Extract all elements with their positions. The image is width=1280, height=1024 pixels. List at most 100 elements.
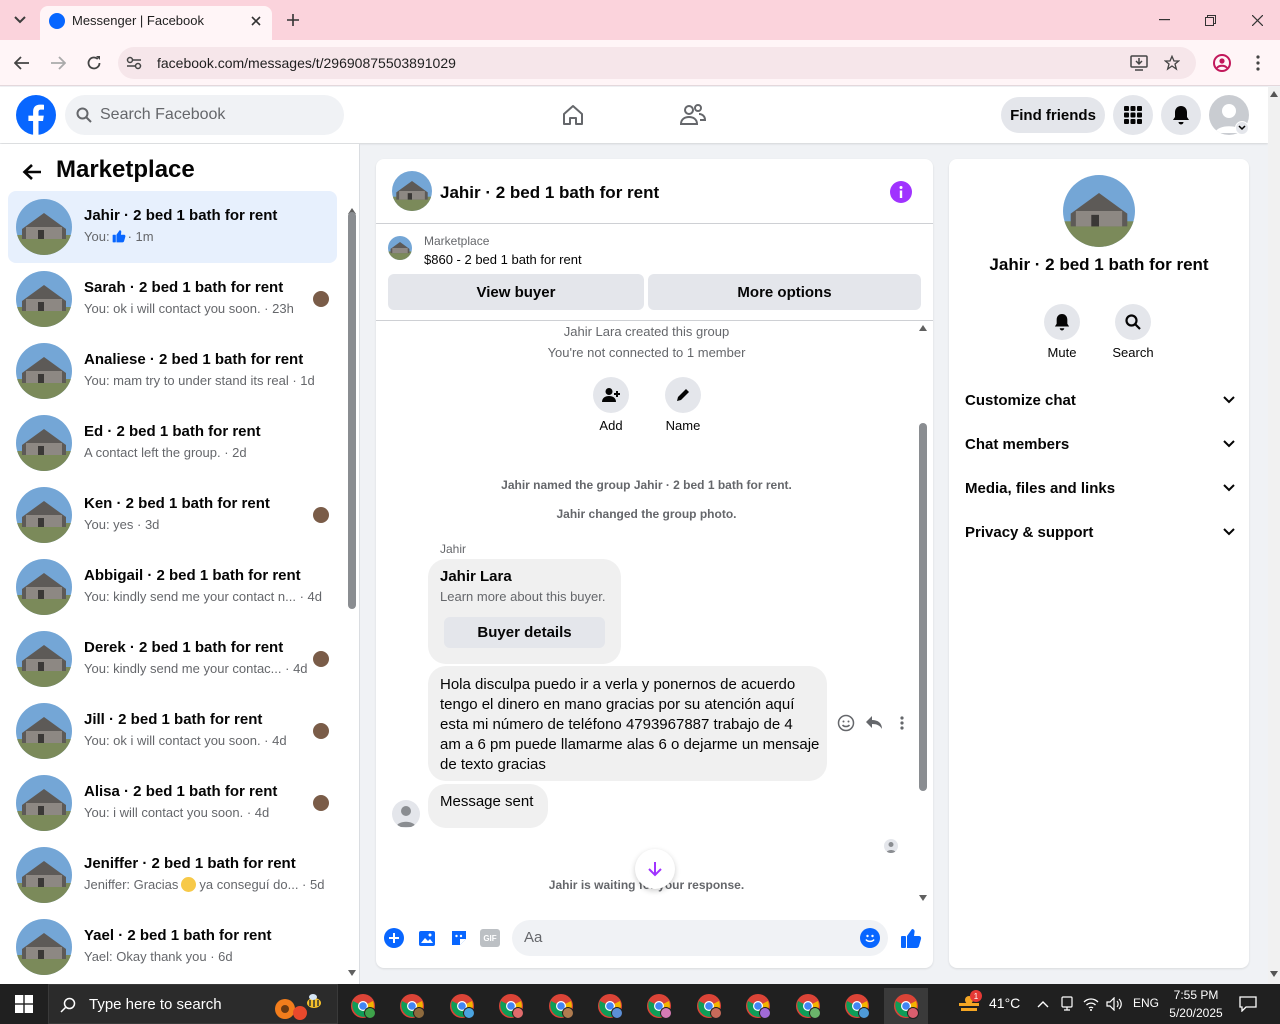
reply-icon[interactable] [864,713,884,733]
gif-icon[interactable]: GIF [480,929,500,947]
chrome-profile-taskbar-icon[interactable] [539,988,583,1024]
volume-icon[interactable] [1104,994,1124,1014]
chrome-profile-taskbar-icon[interactable] [786,988,830,1024]
browser-menu-icon[interactable] [1248,51,1268,75]
chrome-profile-taskbar-icon[interactable] [489,988,533,1024]
conversation-item[interactable]: Jahir · 2 bed 1 bath for rent You: · 1m [8,191,337,263]
chrome-profile-taskbar-icon[interactable] [687,988,731,1024]
bookmark-star-icon[interactable] [1161,53,1183,73]
omnibox[interactable]: facebook.com/messages/t/2969087550389102… [118,47,1196,79]
media-files-links-section[interactable]: Media, files and links [965,470,1235,506]
tab-search-dropdown-icon[interactable] [8,8,32,32]
conversation-item[interactable]: Abbigail · 2 bed 1 bath for rent You: kin… [8,551,337,623]
chat-title[interactable]: Jahir · 2 bed 1 bath for rent [440,183,659,203]
chat-list-scrollbar[interactable] [348,208,356,978]
mute-bell-icon[interactable] [1044,304,1080,340]
chat-scrollbar[interactable] [917,325,929,905]
chat-list-scroll-thumb[interactable] [348,212,356,609]
close-window-icon[interactable] [1245,10,1269,30]
close-tab-icon[interactable] [246,11,266,31]
find-friends-button[interactable]: Find friends [1001,97,1105,133]
message-input[interactable]: Aa [512,920,888,956]
browser-tab[interactable]: Messenger | Facebook [40,6,272,40]
chrome-profile-taskbar-icon[interactable] [341,988,385,1024]
customize-chat-section[interactable]: Customize chat [965,382,1235,418]
device-icon[interactable] [1057,994,1077,1014]
conversation-item[interactable]: Ken · 2 bed 1 bath for rent You: yes · 3d [8,479,337,551]
photo-icon[interactable] [416,928,438,948]
show-hidden-icons-chevron-icon[interactable] [1034,994,1052,1014]
new-tab-icon[interactable] [282,9,304,31]
chrome-profile-taskbar-icon[interactable] [637,988,681,1024]
listing-title[interactable]: $860 - 2 bed 1 bath for rent [424,252,582,267]
house-photo [16,919,72,975]
profile-icon[interactable] [1210,51,1234,75]
chat-scroll-thumb[interactable] [919,423,927,791]
friends-icon[interactable] [676,101,710,129]
search-label[interactable]: Search [1103,345,1163,360]
facebook-search-box[interactable]: Search Facebook [65,95,344,135]
install-app-icon[interactable] [1128,53,1150,73]
scroll-down-icon[interactable] [635,849,675,889]
group-photo-large[interactable] [1063,175,1135,247]
listing-thumbnail[interactable] [388,236,412,260]
facebook-search-input[interactable]: Search Facebook [100,106,225,124]
clock[interactable]: 7:55 PM 5/20/2025 [1168,986,1224,1022]
edit-name-icon[interactable] [665,377,701,413]
plus-actions-icon[interactable] [384,928,404,948]
page-scrollbar[interactable] [1268,87,1280,984]
url-text[interactable]: facebook.com/messages/t/2969087550389102… [157,55,456,71]
seen-avatar [313,651,329,667]
search-in-chat-icon[interactable] [1115,304,1151,340]
conversation-item[interactable]: Derek · 2 bed 1 bath for rent You: kindly… [8,623,337,695]
menu-grid-icon[interactable] [1113,95,1153,135]
wifi-icon[interactable] [1081,994,1101,1014]
add-member-icon[interactable] [593,377,629,413]
notification-center-icon[interactable] [1236,992,1260,1016]
chat-members-section[interactable]: Chat members [965,426,1235,462]
emoji-icon[interactable] [860,928,880,948]
language-indicator[interactable]: ENG [1133,996,1159,1010]
conversation-item[interactable]: Sarah · 2 bed 1 bath for rent You: ok i w… [8,263,337,335]
chrome-profile-taskbar-icon[interactable] [390,988,434,1024]
chrome-profile-taskbar-icon[interactable] [835,988,879,1024]
minimize-icon[interactable] [1152,10,1176,30]
buyer-details-button[interactable]: Buyer details [444,617,605,648]
conversation-item[interactable]: Jill · 2 bed 1 bath for rent You: ok i wi… [8,695,337,767]
facebook-logo-icon[interactable] [16,95,56,135]
chrome-profile-taskbar-icon[interactable] [884,988,929,1024]
mute-label[interactable]: Mute [1032,345,1092,360]
like-thumb-icon[interactable] [899,926,923,950]
conversation-item[interactable]: Analiese · 2 bed 1 bath for rent You: mam… [8,335,337,407]
back-icon[interactable] [10,51,34,75]
back-arrow-icon[interactable] [20,160,44,184]
message-bubble[interactable]: Hola disculpa puedo ir a verla y ponerno… [428,666,827,781]
chrome-profile-taskbar-icon[interactable] [440,988,484,1024]
sticker-icon[interactable] [448,928,470,948]
message-sent-bubble[interactable]: Message sent [428,784,548,828]
react-smiley-icon[interactable] [836,713,856,733]
view-buyer-button[interactable]: View buyer [388,274,644,310]
reload-icon[interactable] [82,51,106,75]
conversation-item[interactable]: Ed · 2 bed 1 bath for rent A contact left… [8,407,337,479]
conversation-item[interactable]: Yael · 2 bed 1 bath for rent Yael: Okay t… [8,911,337,983]
windows-start-icon[interactable] [0,984,48,1024]
group-photo[interactable] [392,171,432,211]
home-icon[interactable] [556,101,590,129]
taskbar-search-box[interactable]: Type here to search [48,984,338,1024]
forward-icon[interactable] [46,51,70,75]
chrome-profile-taskbar-icon[interactable] [736,988,780,1024]
account-chevron-icon[interactable] [1235,121,1249,135]
restore-icon[interactable] [1198,10,1222,30]
site-settings-icon[interactable] [124,53,144,73]
temperature-text[interactable]: 41°C [989,995,1020,1011]
notifications-bell-icon[interactable] [1161,95,1201,135]
privacy-support-section[interactable]: Privacy & support [965,514,1235,550]
more-actions-icon[interactable] [892,713,912,733]
chrome-profile-taskbar-icon[interactable] [588,988,632,1024]
info-icon[interactable] [890,181,912,203]
conversation-item[interactable]: Jeniffer · 2 bed 1 bath for rent Jeniffer… [8,839,337,911]
more-options-button[interactable]: More options [648,274,921,310]
conversation-item[interactable]: Alisa · 2 bed 1 bath for rent You: i will… [8,767,337,839]
sender-avatar[interactable] [392,800,420,828]
